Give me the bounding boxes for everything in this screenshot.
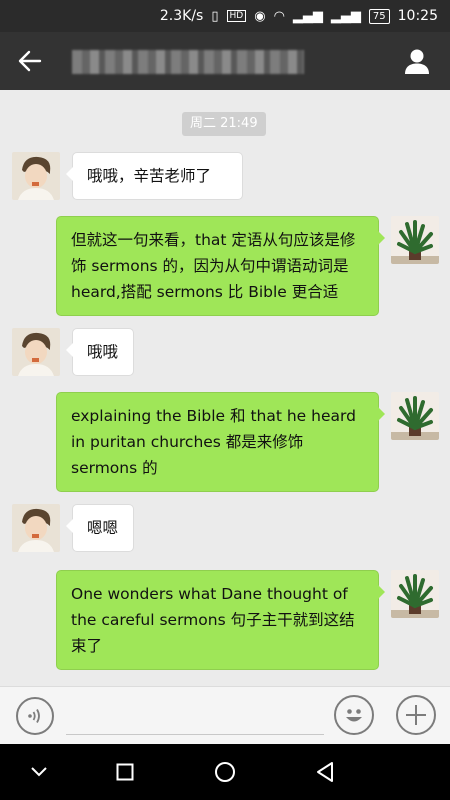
contact-avatar[interactable] (12, 152, 60, 200)
clock: 10:25 (397, 8, 438, 24)
contact-avatar-image (12, 152, 60, 200)
my-avatar-image (391, 392, 439, 440)
hide-nav-button[interactable] (25, 758, 53, 786)
eye-icon: ◉ (254, 8, 266, 24)
chat-header (0, 32, 450, 90)
message-bubble-incoming[interactable]: 哦哦，辛苦老师了 (66, 152, 243, 200)
emoji-button[interactable] (334, 695, 374, 735)
contact-avatar[interactable] (12, 328, 60, 376)
chat-title-redacted (72, 50, 304, 74)
circle-home-icon (215, 762, 235, 782)
my-avatar[interactable] (391, 392, 439, 440)
my-avatar-image (391, 216, 439, 264)
message-bubble-outgoing[interactable]: explaining the Bible 和 that he heard in … (56, 392, 385, 492)
person-icon (405, 49, 429, 74)
chat-info-button[interactable] (400, 44, 434, 78)
home-button[interactable] (211, 758, 239, 786)
back-button[interactable] (0, 32, 60, 90)
vibrate-icon: ▯ (211, 8, 219, 24)
chevron-down-icon (31, 767, 47, 777)
contact-avatar-image (12, 328, 60, 376)
chat-area[interactable]: 周二 21:49 哦哦，辛苦老师了 但就这一句来看，that 定语从句应该是修饰… (0, 90, 450, 686)
arrow-left-icon (18, 50, 42, 72)
status-bar: 2.3K/s ▯ HD ◉ ◠ ▂▄▆ ▂▄▆ 75 10:25 (0, 0, 450, 32)
plus-icon (406, 705, 426, 725)
square-recent-icon (116, 763, 134, 781)
message-text-input[interactable] (66, 699, 324, 735)
contact-avatar-image (12, 504, 60, 552)
voice-icon (28, 709, 40, 723)
recent-apps-button[interactable] (111, 758, 139, 786)
battery-indicator: 75 (368, 8, 390, 24)
signal-2g-icon: ▂▄▆ (330, 8, 361, 24)
my-avatar[interactable] (391, 216, 439, 264)
message-bubble-outgoing[interactable]: One wonders what Dane thought of the car… (56, 570, 385, 670)
message-bubble-incoming[interactable]: 哦哦 (66, 328, 134, 376)
back-nav-button[interactable] (311, 758, 339, 786)
network-speed: 2.3K/s (159, 8, 204, 24)
system-navigation-bar (0, 744, 450, 800)
voice-input-button[interactable] (16, 697, 54, 735)
contact-avatar[interactable] (12, 504, 60, 552)
message-bubble-incoming[interactable]: 嗯嗯 (66, 504, 134, 552)
message-input-bar (0, 686, 450, 744)
my-avatar[interactable] (391, 570, 439, 618)
signal-4g-icon: ▂▄▆ (292, 8, 323, 24)
wifi-icon: ◠ (273, 8, 285, 24)
message-timestamp: 周二 21:49 (182, 112, 266, 136)
hd-badge: HD (226, 10, 247, 22)
my-avatar-image (391, 570, 439, 618)
emoji-icon (346, 709, 362, 722)
message-bubble-outgoing[interactable]: 但就这一句来看，that 定语从句应该是修饰 sermons 的，因为从句中谓语… (56, 216, 385, 316)
more-options-button[interactable] (396, 695, 436, 735)
triangle-back-icon (317, 762, 333, 782)
